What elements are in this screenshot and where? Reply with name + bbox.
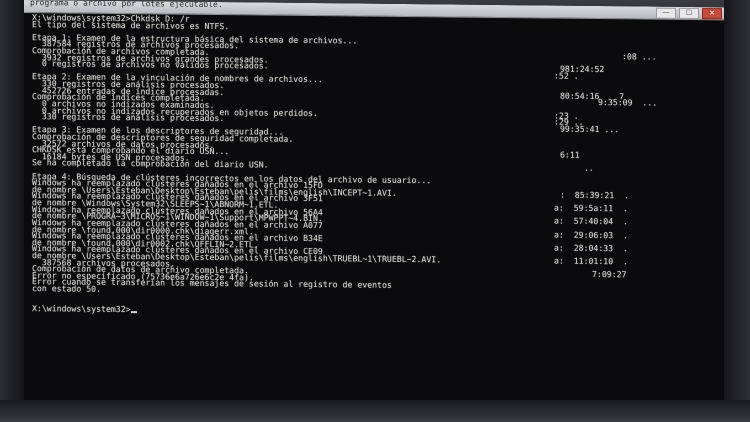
console-output[interactable]: X:\windows\system32>Chkdsk D: /r El tipo … <box>32 12 722 319</box>
previous-output-text: programa o archivo por lotes ejecutable. <box>30 0 223 10</box>
minimize-button[interactable]: — <box>656 7 676 19</box>
console-line-text: X:\windows\system32> <box>32 302 131 314</box>
monitor-bezel-left <box>0 0 24 422</box>
window-controls: — ☐ ✕ <box>656 7 722 20</box>
command-prompt-window[interactable]: programa o archivo por lotes ejecutable.… <box>24 0 724 408</box>
monitor-bezel-right <box>724 0 750 422</box>
text-cursor <box>130 310 137 313</box>
close-button[interactable]: ✕ <box>702 8 722 20</box>
monitor-bezel-bottom <box>0 400 750 422</box>
maximize-button[interactable]: ☐ <box>679 7 699 20</box>
monitor-screen: programa o archivo por lotes ejecutable.… <box>0 0 750 422</box>
